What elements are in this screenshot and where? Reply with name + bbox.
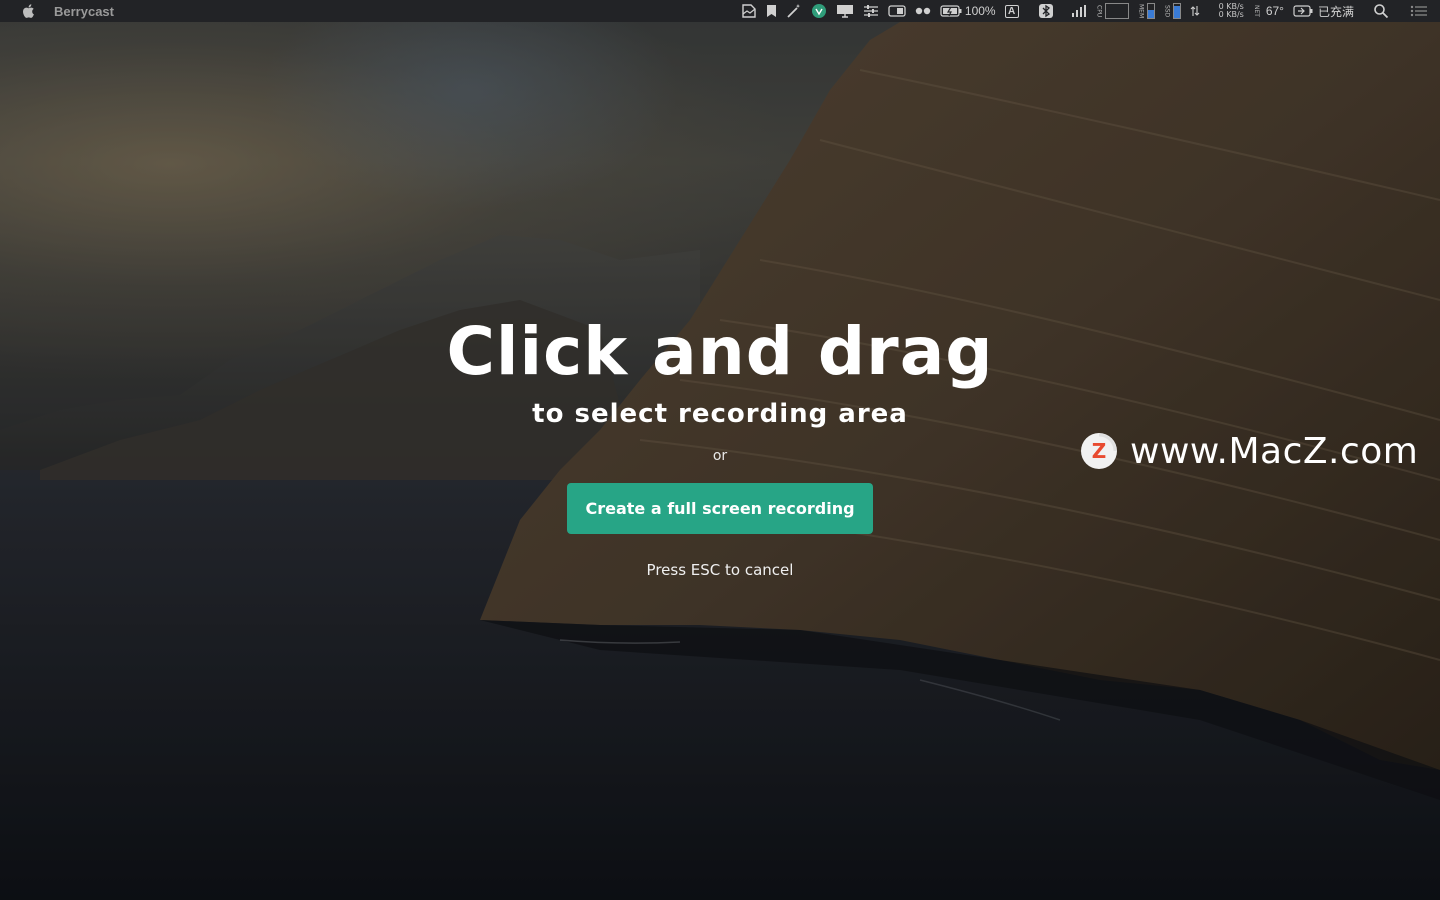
vpn-shield-icon[interactable]	[811, 0, 827, 22]
network-speed[interactable]: 0 KB/s 0 KB/s	[1219, 3, 1244, 19]
input-source-icon[interactable]: A	[1004, 4, 1019, 18]
bookmark-icon[interactable]	[766, 0, 777, 22]
cpu-label: CPU	[1095, 4, 1103, 18]
macz-logo-icon: Z	[1081, 433, 1117, 469]
mem-label: MEM	[1137, 3, 1145, 19]
headline: Click and drag	[446, 313, 994, 390]
net-down: 0 KB/s	[1218, 10, 1244, 19]
battery-percent[interactable]: 100%	[965, 4, 996, 18]
bluetooth-icon[interactable]	[1038, 0, 1054, 22]
app-name-menu[interactable]: Berrycast	[54, 4, 114, 19]
watermark: Z www.MacZ.com	[1080, 430, 1418, 472]
display-icon[interactable]	[836, 0, 854, 22]
battery-icon[interactable]	[940, 0, 962, 22]
temperature[interactable]: 67°	[1266, 4, 1284, 18]
magic-wand-icon[interactable]	[786, 0, 802, 22]
ssd-graph-icon[interactable]	[1172, 0, 1181, 22]
toggle-icon[interactable]	[888, 0, 906, 22]
subline: to select recording area	[532, 399, 908, 429]
status-area: 100% A CPU MEM SSD 0 KB/s 0 KB/s NET 67°	[741, 0, 1428, 22]
ssd-label: SSD	[1163, 4, 1171, 18]
signal-icon[interactable]	[1071, 0, 1087, 22]
menu-bar: Berrycast 100% A CPU MEM SSD 0 KB/s 0 KB…	[0, 0, 1440, 22]
logo-letter: Z	[1092, 439, 1107, 463]
page-icon[interactable]	[741, 0, 757, 22]
recording-selection-prompt: Click and drag to select recording area …	[420, 300, 1020, 580]
control-center-icon[interactable]	[1410, 0, 1428, 22]
watermark-text: www.MacZ.com	[1130, 430, 1419, 472]
battery-status-icon[interactable]	[1293, 0, 1313, 22]
esc-cancel-hint: Press ESC to cancel	[646, 561, 794, 579]
dots-icon[interactable]	[915, 0, 931, 22]
network-arrows-icon[interactable]	[1190, 0, 1200, 22]
cpu-graph-icon[interactable]	[1104, 0, 1129, 22]
fullscreen-recording-button[interactable]: Create a full screen recording	[567, 483, 873, 534]
charge-status[interactable]: 已充满	[1318, 3, 1354, 20]
or-separator: or	[712, 448, 728, 464]
sliders-icon[interactable]	[863, 0, 879, 22]
net-label: NET	[1252, 5, 1260, 17]
apple-icon[interactable]	[20, 3, 36, 19]
memory-graph-icon[interactable]	[1146, 0, 1155, 22]
search-icon[interactable]	[1373, 0, 1389, 22]
